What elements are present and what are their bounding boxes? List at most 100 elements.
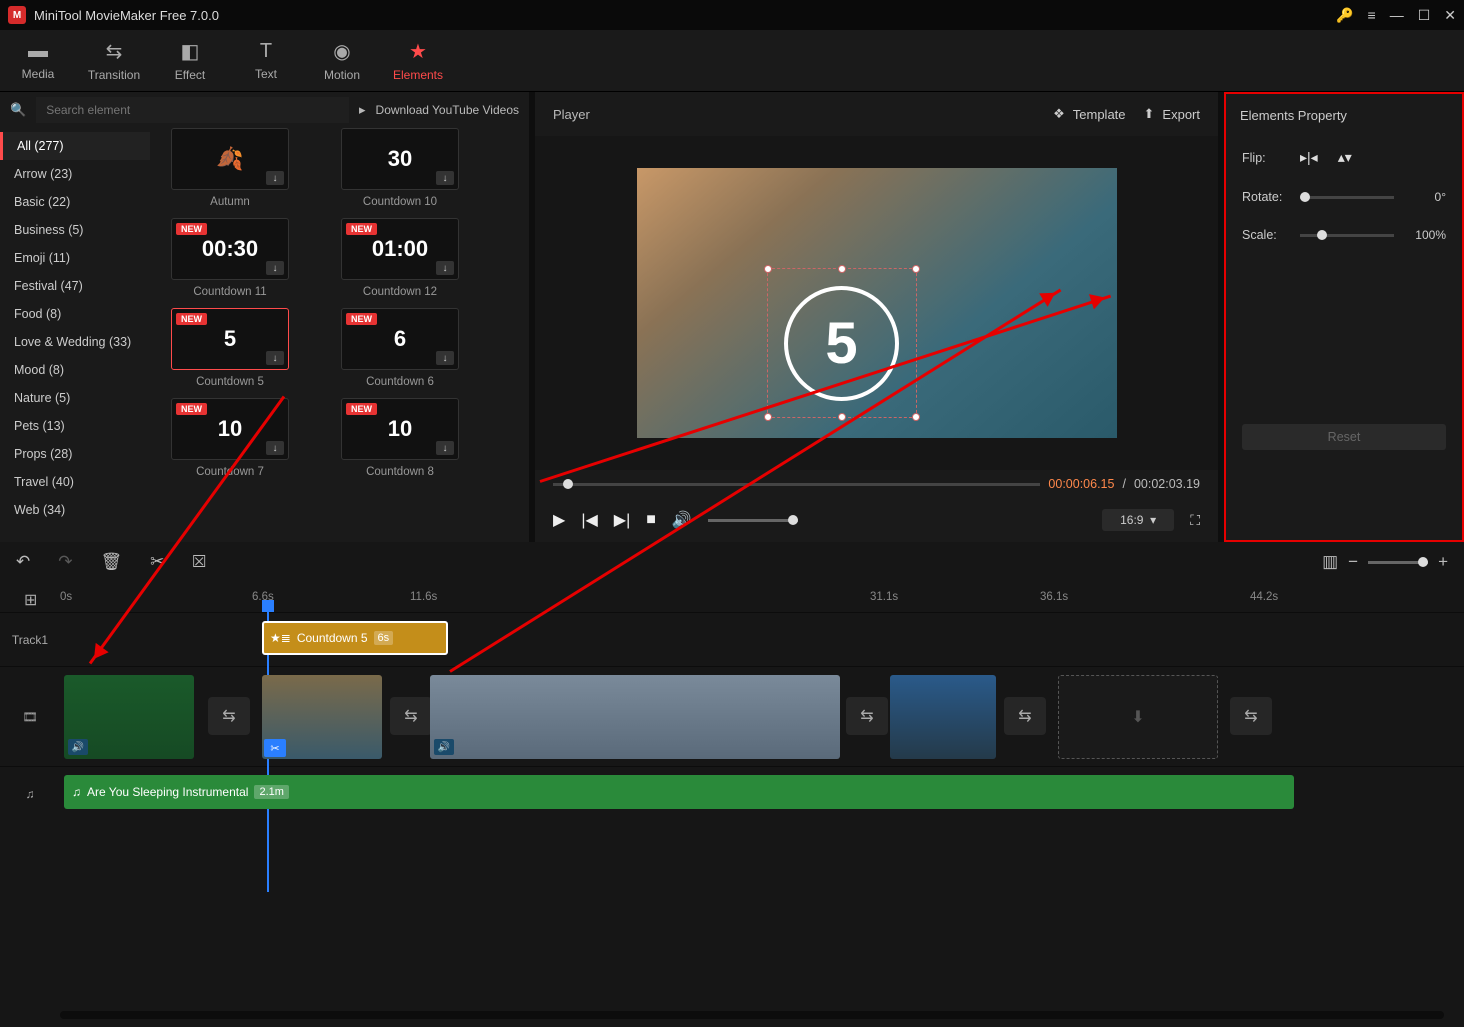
download-icon[interactable]: ↓	[266, 261, 284, 275]
download-icon[interactable]: ↓	[436, 441, 454, 455]
element-item[interactable]: 5NEW↓Countdown 5	[160, 308, 300, 388]
category-item[interactable]: Business (5)	[0, 216, 150, 244]
element-thumbnail[interactable]: 30↓	[341, 128, 459, 190]
download-icon[interactable]: ↓	[436, 261, 454, 275]
element-thumbnail[interactable]: 6NEW↓	[341, 308, 459, 370]
element-thumbnail[interactable]: 00:30NEW↓	[171, 218, 289, 280]
youtube-icon[interactable]: ▸	[359, 102, 366, 118]
tab-text[interactable]: TText	[228, 30, 304, 91]
element-thumbnail[interactable]: 10NEW↓	[171, 398, 289, 460]
tab-effect[interactable]: ◧Effect	[152, 30, 228, 91]
element-thumbnail[interactable]: 10NEW↓	[341, 398, 459, 460]
download-icon[interactable]: ↓	[266, 351, 284, 365]
fullscreen-button[interactable]: ⛶	[1190, 512, 1200, 529]
element-item[interactable]: 00:30NEW↓Countdown 11	[160, 218, 300, 298]
next-button[interactable]: ▶|	[614, 510, 630, 530]
transition-slot[interactable]: ⇆	[208, 697, 250, 735]
video-clip[interactable]: 🔊	[430, 675, 840, 759]
category-item[interactable]: All (277)	[0, 132, 150, 160]
prev-button[interactable]: |◀	[581, 510, 597, 530]
preview-area[interactable]: 5	[535, 136, 1218, 470]
category-item[interactable]: Pets (13)	[0, 412, 150, 440]
element-item[interactable]: 10NEW↓Countdown 8	[330, 398, 470, 478]
key-icon[interactable]: 🔑	[1336, 7, 1353, 24]
tab-transition[interactable]: ⇆Transition	[76, 30, 152, 91]
category-item[interactable]: Travel (40)	[0, 468, 150, 496]
tab-motion[interactable]: ◉Motion	[304, 30, 380, 91]
menu-icon[interactable]: ≡	[1368, 7, 1376, 23]
zoom-out-button[interactable]: −	[1348, 552, 1358, 572]
download-icon[interactable]: ↓	[436, 351, 454, 365]
resize-handle[interactable]	[912, 265, 920, 273]
category-item[interactable]: Web (34)	[0, 496, 150, 524]
close-button[interactable]: ✕	[1444, 7, 1456, 24]
video-clip[interactable]	[890, 675, 996, 759]
category-item[interactable]: Arrow (23)	[0, 160, 150, 188]
transition-slot[interactable]: ⇆	[390, 697, 432, 735]
play-button[interactable]: ▶	[553, 510, 565, 530]
maximize-button[interactable]: ☐	[1418, 7, 1431, 24]
redo-button[interactable]: ↷	[58, 552, 72, 572]
audio-clip[interactable]: ♫ Are You Sleeping Instrumental 2.1m	[64, 775, 1294, 809]
element-item[interactable]: 01:00NEW↓Countdown 12	[330, 218, 470, 298]
new-badge: NEW	[176, 223, 207, 235]
transition-slot[interactable]: ⇆	[1230, 697, 1272, 735]
scale-slider[interactable]	[1300, 234, 1394, 237]
delete-button[interactable]: 🗑	[101, 552, 123, 572]
element-thumbnail[interactable]: 5NEW↓	[171, 308, 289, 370]
playhead[interactable]	[262, 600, 274, 612]
search-input[interactable]	[36, 97, 349, 123]
download-icon[interactable]: ↓	[266, 171, 284, 185]
crop-button[interactable]: ⮽	[192, 552, 206, 572]
ruler-tick: 44.2s	[1250, 591, 1278, 603]
category-item[interactable]: Food (8)	[0, 300, 150, 328]
category-item[interactable]: Nature (5)	[0, 384, 150, 412]
resize-handle[interactable]	[838, 413, 846, 421]
resize-handle[interactable]	[764, 413, 772, 421]
volume-slider[interactable]	[708, 519, 798, 522]
add-track-button[interactable]: ⊞	[24, 590, 37, 610]
seek-knob[interactable]	[563, 479, 573, 489]
element-thumbnail[interactable]: 01:00NEW↓	[341, 218, 459, 280]
element-item[interactable]: 30↓Countdown 10	[330, 128, 470, 208]
category-item[interactable]: Basic (22)	[0, 188, 150, 216]
element-item[interactable]: 6NEW↓Countdown 6	[330, 308, 470, 388]
element-clip[interactable]: ★≣ Countdown 5 6s	[262, 621, 448, 655]
resize-handle[interactable]	[838, 265, 846, 273]
aspect-dropdown[interactable]: 16:9 ▾	[1102, 509, 1174, 531]
minimize-button[interactable]: —	[1390, 7, 1404, 23]
zoom-slider[interactable]	[1368, 561, 1428, 564]
undo-button[interactable]: ↶	[16, 552, 30, 572]
video-clip[interactable]: ✂	[262, 675, 382, 759]
flip-vertical-button[interactable]: ▴▾	[1338, 149, 1352, 166]
category-item[interactable]: Props (28)	[0, 440, 150, 468]
video-clip[interactable]: 🔊	[64, 675, 194, 759]
reset-button[interactable]: Reset	[1242, 424, 1446, 450]
category-item[interactable]: Festival (47)	[0, 272, 150, 300]
flip-horizontal-button[interactable]: ▸|◂	[1300, 149, 1318, 166]
drop-zone[interactable]: ⬇	[1058, 675, 1218, 759]
resize-handle[interactable]	[764, 265, 772, 273]
transition-slot[interactable]: ⇆	[1004, 697, 1046, 735]
timeline-ruler[interactable]: ⊞ 0s 6.6s 11.6s 31.1s 36.1s 44.2s	[0, 582, 1464, 612]
download-youtube-link[interactable]: Download YouTube Videos	[376, 103, 519, 117]
resize-handle[interactable]	[912, 413, 920, 421]
category-item[interactable]: Mood (8)	[0, 356, 150, 384]
seek-bar[interactable]	[553, 483, 1040, 486]
fit-button[interactable]: ▥	[1322, 552, 1338, 572]
tab-elements[interactable]: ★Elements	[380, 30, 456, 91]
tab-media[interactable]: ▬Media	[0, 30, 76, 91]
template-button[interactable]: ❖Template	[1053, 106, 1125, 122]
element-item[interactable]: 🍂↓Autumn	[160, 128, 300, 208]
category-item[interactable]: Love & Wedding (33)	[0, 328, 150, 356]
category-item[interactable]: Emoji (11)	[0, 244, 150, 272]
download-icon[interactable]: ↓	[436, 171, 454, 185]
download-icon[interactable]: ↓	[266, 441, 284, 455]
element-thumbnail[interactable]: 🍂↓	[171, 128, 289, 190]
stop-button[interactable]: ■	[646, 511, 656, 529]
horizontal-scrollbar[interactable]	[60, 1011, 1444, 1019]
zoom-in-button[interactable]: +	[1438, 552, 1448, 572]
rotate-slider[interactable]	[1300, 196, 1394, 199]
transition-slot[interactable]: ⇆	[846, 697, 888, 735]
export-button[interactable]: ⬆Export	[1144, 106, 1200, 122]
